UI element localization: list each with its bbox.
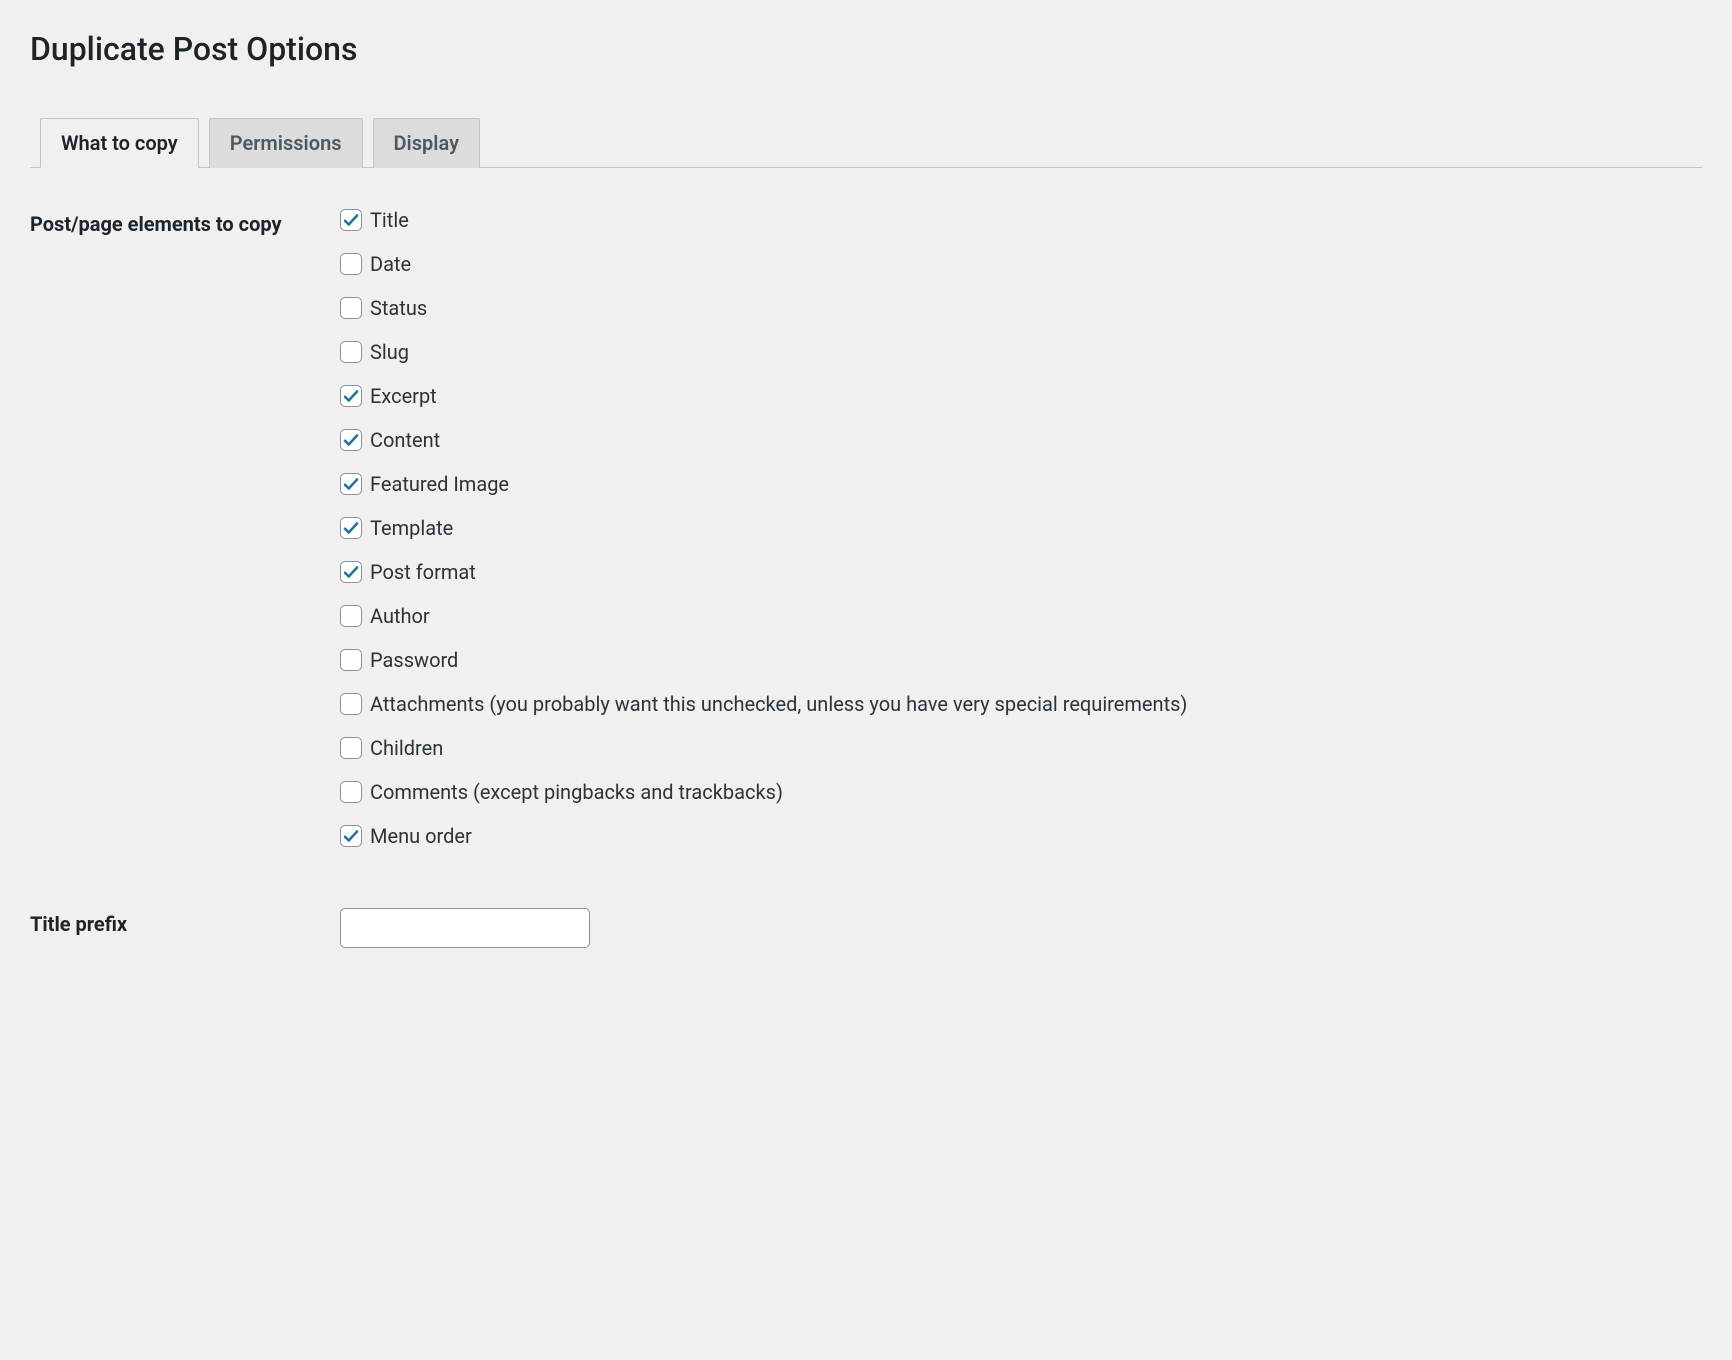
checkbox-row: Children — [340, 736, 1702, 760]
checkbox-label[interactable]: Children — [370, 736, 443, 760]
checkbox-label[interactable]: Excerpt — [370, 384, 437, 408]
checkbox[interactable] — [340, 473, 362, 495]
checkbox-row: Content — [340, 428, 1702, 452]
checkbox-row: Slug — [340, 340, 1702, 364]
checkbox-label[interactable]: Author — [370, 604, 430, 628]
checkbox-row: Date — [340, 252, 1702, 276]
tab-display[interactable]: Display — [373, 118, 480, 168]
checkbox[interactable] — [340, 737, 362, 759]
checkbox-label[interactable]: Post format — [370, 560, 476, 584]
checkbox[interactable] — [340, 253, 362, 275]
title-prefix-input[interactable] — [340, 908, 590, 948]
checkbox-label[interactable]: Template — [370, 516, 453, 540]
checkbox-label[interactable]: Menu order — [370, 824, 472, 848]
checkbox-row: Status — [340, 296, 1702, 320]
checkbox-label[interactable]: Comments (except pingbacks and trackback… — [370, 780, 783, 804]
title-prefix-heading: Title prefix — [30, 898, 340, 958]
checkbox-row: Author — [340, 604, 1702, 628]
checkbox[interactable] — [340, 649, 362, 671]
checkbox-row: Attachments (you probably want this unch… — [340, 692, 1702, 716]
tab-permissions[interactable]: Permissions — [209, 118, 363, 168]
checkbox-label[interactable]: Slug — [370, 340, 409, 364]
checkbox[interactable] — [340, 693, 362, 715]
elements-to-copy-heading: Post/page elements to copy — [30, 198, 340, 858]
checkbox-row: Excerpt — [340, 384, 1702, 408]
checkbox[interactable] — [340, 825, 362, 847]
tab-what-to-copy[interactable]: What to copy — [40, 118, 199, 168]
checkbox[interactable] — [340, 781, 362, 803]
checkbox-label[interactable]: Attachments (you probably want this unch… — [370, 692, 1187, 716]
checkbox-label[interactable]: Content — [370, 428, 440, 452]
checkbox[interactable] — [340, 385, 362, 407]
checkbox-row: Title — [340, 208, 1702, 232]
checkbox-row: Post format — [340, 560, 1702, 584]
checkbox-label[interactable]: Status — [370, 296, 427, 320]
checkbox-label[interactable]: Title — [370, 208, 409, 232]
checkbox-row: Featured Image — [340, 472, 1702, 496]
page-title: Duplicate Post Options — [30, 30, 1702, 68]
checkbox[interactable] — [340, 341, 362, 363]
checkbox-row: Template — [340, 516, 1702, 540]
checkbox[interactable] — [340, 605, 362, 627]
checkbox[interactable] — [340, 209, 362, 231]
checkbox-label[interactable]: Date — [370, 252, 411, 276]
checkbox-label[interactable]: Password — [370, 648, 458, 672]
checkbox[interactable] — [340, 561, 362, 583]
checkbox[interactable] — [340, 297, 362, 319]
checkbox-row: Menu order — [340, 824, 1702, 848]
checkbox[interactable] — [340, 517, 362, 539]
checkbox-row: Password — [340, 648, 1702, 672]
tab-bar: What to copy Permissions Display — [30, 118, 1702, 168]
checkbox-row: Comments (except pingbacks and trackback… — [340, 780, 1702, 804]
settings-form-table: Post/page elements to copy Title Date Stat… — [30, 198, 1702, 958]
checkbox[interactable] — [340, 429, 362, 451]
checkbox-label[interactable]: Featured Image — [370, 472, 509, 496]
